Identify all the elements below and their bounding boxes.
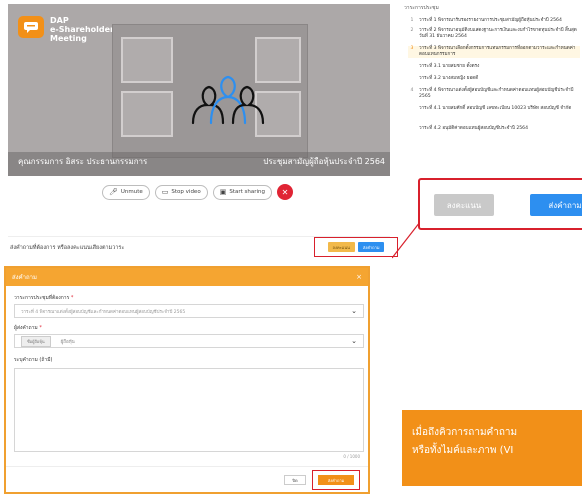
participants-icon	[191, 75, 265, 125]
agenda-item-active[interactable]: 3 วาระที่ 3 พิจารณาเลือกตั้งกรรมการแทนกร…	[408, 46, 580, 58]
agenda-item-text: วาระที่ 1 พิจารณารับรองรายงานการประชุมสา…	[419, 18, 562, 23]
screenshot-root: DAP e-Shareholder Meeting คุณกรรมการ อิส…	[0, 0, 582, 494]
send-question-modal: ส่งคำถาม × วาระการประชุมที่ต้องการ * วาร…	[4, 266, 370, 494]
speaker-caption: คุณกรรมการ อิสระ ประธานกรรมการ	[18, 157, 148, 166]
logo-line-2: e-Shareholder	[50, 25, 115, 34]
agenda-item-text: วาระที่ 4.1 นายสมศักดิ์ สอบบัญชี เลขทะเบ…	[419, 106, 572, 111]
note-line-1: เมื่อถึงคิวการถามคำถาม	[412, 427, 518, 438]
unmute-label: Unmute	[120, 189, 143, 195]
agenda-item-number	[408, 106, 416, 112]
asker-value: ผู้ถือหุ้น	[60, 339, 75, 345]
agenda-item-number	[408, 76, 416, 82]
cancel-button[interactable]: ปิด	[284, 475, 306, 485]
required-marker: *	[70, 295, 74, 301]
agenda-field-label: วาระการประชุมที่ต้องการ *	[14, 294, 73, 302]
meeting-caption: ประชุมสามัญผู้ถือหุ้นประจำปี 2564	[263, 157, 385, 166]
send-question-button[interactable]: ส่งคำถาม	[530, 194, 582, 216]
logo-line-3: Meeting	[50, 34, 87, 43]
logo-text: DAP e-Shareholder Meeting	[50, 16, 114, 43]
chevron-down-icon: ⌄	[351, 337, 357, 345]
asker-field-label: ผู้ส่งคำถาม *	[14, 324, 42, 332]
asker-select[interactable]: ชื่อผู้ถือหุ้น ผู้ถือหุ้น ⌄	[14, 334, 364, 348]
agenda-item-text: วาระที่ 4.2 อนุมัติค่าตอบแทนผู้สอบบัญชีป…	[419, 126, 529, 131]
agenda-select-value: วาระที่ 4 พิจารณาแต่งตั้งผู้สอบบัญชีและก…	[21, 309, 186, 315]
agenda-item-number: 4	[410, 88, 414, 93]
vote-button[interactable]: ลงคะแนน	[434, 194, 494, 216]
question-textarea[interactable]	[14, 368, 364, 452]
mini-vote-button[interactable]: ลงคะแนน	[327, 242, 355, 252]
close-icon: ✕	[281, 187, 289, 197]
agenda-item-number: 2	[410, 28, 414, 33]
video-tile	[121, 91, 173, 137]
meeting-controls: 🎤︎ Unmute ▭ Stop video ▣ Start sharing ✕	[0, 182, 395, 202]
agenda-item-text: วาระที่ 3.2 นางสมหญิง ยอดดี	[419, 76, 479, 81]
vote-action-box: ลงคะแนน ส่งคำถาม	[418, 178, 582, 230]
agenda-panel: วาระการประชุม 1 วาระที่ 1 พิจารณารับรองร…	[404, 2, 582, 178]
agenda-item[interactable]: วาระที่ 4.2 อนุมัติค่าตอบแทนผู้สอบบัญชีป…	[408, 126, 580, 132]
start-sharing-button[interactable]: ▣ Start sharing	[212, 184, 272, 200]
agenda-item-number: 3	[410, 46, 414, 51]
chevron-down-icon: ⌄	[351, 307, 357, 315]
mini-action-group: ลงคะแนน ส่งคำถาม	[314, 237, 398, 257]
agenda-item[interactable]: 1 วาระที่ 1 พิจารณารับรองรายงานการประชุม…	[408, 18, 580, 24]
stop-video-button[interactable]: ▭ Stop video	[154, 184, 208, 200]
agenda-item-text: วาระที่ 2 พิจารณาอนุมัติงบแสดงฐานะการเงิ…	[419, 28, 577, 39]
agenda-field-label-text: วาระการประชุมที่ต้องการ	[14, 295, 70, 301]
video-area: DAP e-Shareholder Meeting	[8, 4, 390, 176]
required-marker: *	[39, 325, 42, 331]
submit-instruction: ส่งคำถามที่ต้องการ หรือลงคะแนนเสียงตามวา…	[10, 245, 125, 251]
send-question-submit-button[interactable]: ส่งคำถาม	[318, 475, 354, 485]
video-tile	[121, 37, 173, 83]
modal-title: ส่งคำถาม	[12, 274, 37, 281]
microphone-icon: 🎤︎	[108, 188, 118, 196]
agenda-item[interactable]: วาระที่ 4.1 นายสมศักดิ์ สอบบัญชี เลขทะเบ…	[408, 106, 580, 112]
question-detail-label: ระบุคำถาม (ถ้ามี)	[14, 357, 53, 363]
agenda-select[interactable]: วาระที่ 4 พิจารณาแต่งตั้งผู้สอบบัญชีและก…	[14, 304, 364, 318]
stop-video-label: Stop video	[171, 189, 201, 195]
agenda-item[interactable]: 2 วาระที่ 2 พิจารณาอนุมัติงบแสดงฐานะการเ…	[408, 28, 580, 40]
screen-share-icon: ▣	[219, 188, 227, 196]
agenda-item-text: วาระที่ 4 พิจารณาแต่งตั้งผู้สอบบัญชีและก…	[419, 88, 574, 99]
logo-line-1: DAP	[50, 16, 69, 25]
agenda-item-number	[408, 126, 416, 132]
mini-question-button[interactable]: ส่งคำถาม	[357, 242, 385, 252]
unmute-button[interactable]: 🎤︎ Unmute	[101, 184, 150, 200]
chat-bubble-icon	[18, 16, 44, 38]
agenda-item-text: วาระที่ 3 พิจารณาเลือกตั้งกรรมการแทนกรรม…	[419, 46, 576, 57]
agenda-title: วาระการประชุม	[404, 5, 439, 11]
close-icon[interactable]: ×	[356, 273, 362, 281]
send-button-highlight: ส่งคำถาม	[312, 470, 360, 490]
agenda-item[interactable]: วาระที่ 3.1 นายสมชาย ตั้งตรง	[408, 64, 580, 70]
agenda-item-number: 1	[410, 18, 414, 23]
agenda-item[interactable]: วาระที่ 3.2 นางสมหญิง ยอดดี	[408, 76, 580, 82]
agenda-item[interactable]: 4 วาระที่ 4 พิจารณาแต่งตั้งผู้สอบบัญชีแล…	[408, 88, 580, 100]
agenda-item-number	[408, 64, 416, 70]
instruction-note: เมื่อถึงคิวการถามคำถาม หรือทั้งไมค์และภา…	[402, 410, 582, 486]
start-sharing-label: Start sharing	[229, 189, 265, 195]
agenda-item-text: วาระที่ 3.1 นายสมชาย ตั้งตรง	[419, 64, 480, 69]
app-logo: DAP e-Shareholder Meeting	[18, 16, 114, 43]
asker-chip: ชื่อผู้ถือหุ้น	[21, 335, 51, 347]
modal-header: ส่งคำถาม ×	[6, 268, 368, 286]
character-counter: 0 / 1000	[343, 454, 360, 459]
meeting-panel: DAP e-Shareholder Meeting คุณกรรมการ อิส…	[0, 0, 398, 262]
leave-meeting-button[interactable]: ✕	[277, 184, 293, 200]
camera-icon: ▭	[161, 188, 169, 196]
note-line-2: หรือทั้งไมค์และภาพ (VI	[412, 445, 514, 456]
modal-footer: ปิด ส่งคำถาม	[6, 466, 368, 492]
submit-row: ส่งคำถามที่ต้องการ หรือลงคะแนนเสียงตามวา…	[8, 236, 398, 257]
meeting-stage	[112, 24, 308, 158]
asker-field-label-text: ผู้ส่งคำถาม	[14, 325, 38, 331]
